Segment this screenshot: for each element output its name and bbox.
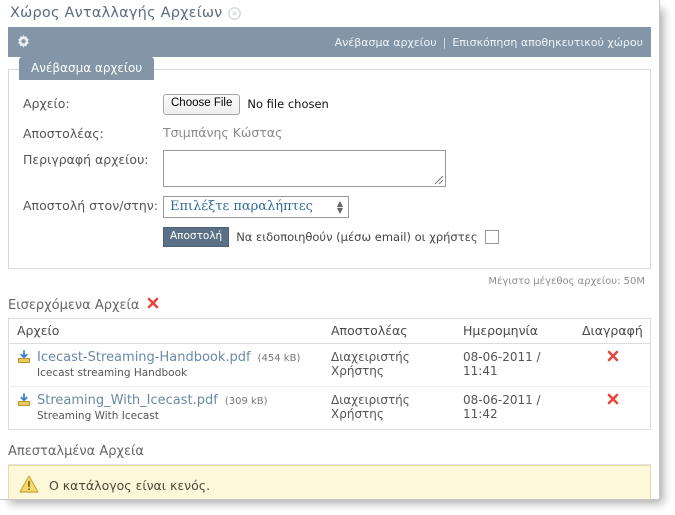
upload-panel-tab: Ανέβασμα αρχείου [19,57,155,80]
notify-checkbox[interactable] [484,230,499,245]
incoming-files-table: Αρχείο Αποστολέας Ημερομηνία Διαγραφή Ic… [8,318,651,431]
file-size: (309 kB) [224,396,268,408]
submit-button[interactable]: Αποστολή [163,226,230,248]
page-title-row: Χώρος Ανταλλαγής Αρχείων [0,0,659,25]
resize-grip-icon[interactable] [433,174,444,185]
notify-checkbox-label: Να ειδοποιηθούν (μέσω email) οι χρήστες [236,230,478,245]
form-row-submit: Αποστολή Να ειδοποιηθούν (μέσω email) οι… [23,226,650,248]
form-row-sender: Αποστολέας: Τσιμπάνης Κώστας [23,124,650,141]
file-description: Icecast streaming Handbook [37,367,188,380]
cell-delete [574,343,651,388]
upload-form: Αρχείο: Choose File No file chosen Αποστ… [9,94,650,248]
recipients-select[interactable]: Επιλέξτε παραλήπτες ▲ ▼ [163,195,349,218]
max-file-size-note: Μέγιστο μέγεθος αρχείου: 50M [488,276,645,288]
table-header-row: Αρχείο Αποστολέας Ημερομηνία Διαγραφή [8,318,651,345]
form-row-file: Αρχείο: Choose File No file chosen [23,94,650,115]
settings-circle-icon[interactable] [228,6,242,20]
incoming-files-title: Εισερχόμενα Αρχεία [8,297,140,313]
cell-file: Streaming_With_Icecast.pdf (309 kB) Stre… [9,387,324,430]
page-frame: Χώρος Ανταλλαγής Αρχείων Ανέβασμα αρχείο… [0,0,660,500]
sender-value: Τσιμπάνης Κώστας [163,124,283,140]
cell-date: 08-06-2011 / 11:41 [455,343,574,388]
cell-delete [574,387,651,430]
empty-catalog-message: Ο κατάλογος είναι κενός. [49,478,211,494]
file-input-group[interactable]: Choose File No file chosen [163,94,650,115]
table-row: Streaming_With_Icecast.pdf (309 kB) Stre… [9,387,651,430]
link-storage-overview[interactable]: Επισκόπηση αποθηκευτικού χώρου [452,36,643,49]
warning-triangle-icon [19,475,39,496]
label-sender: Αποστολέας: [23,125,104,141]
column-header-sender: Αποστολέας [323,318,455,345]
column-header-date: Ημερομηνία [455,318,574,345]
form-row-recipients: Αποστολή στον/στην: Επιλέξτε παραλήπτες … [23,195,650,218]
description-textarea[interactable] [163,149,446,187]
cell-sender: Διαχειριστής Χρήστης [323,343,455,388]
download-file-icon[interactable] [17,350,31,367]
file-size: (454 kB) [257,353,301,365]
link-upload-file[interactable]: Ανέβασμα αρχείου [335,36,437,49]
page-title: Χώρος Ανταλλαγής Αρχείων [10,5,223,21]
cell-file: Icecast-Streaming-Handbook.pdf (454 kB) … [8,343,323,388]
label-recipients: Αποστολή στον/στην: [23,197,158,213]
toolbar-links: Ανέβασμα αρχείου | Επισκόπηση αποθηκευτι… [335,36,643,49]
incoming-files-heading: Εισερχόμενα Αρχεία [8,297,651,318]
gear-icon[interactable] [15,34,32,51]
select-arrows-icon: ▲ ▼ [336,198,343,215]
delete-x-icon[interactable] [607,351,619,365]
file-name-link[interactable]: Streaming_With_Icecast.pdf [37,393,218,408]
file-description: Streaming With Icecast [37,410,159,423]
download-file-icon[interactable] [17,393,31,410]
table-row: Icecast-Streaming-Handbook.pdf (454 kB) … [8,343,651,388]
recipients-selected-value: Επιλέξτε παραλήπτες [170,199,313,215]
file-name-link[interactable]: Icecast-Streaming-Handbook.pdf [37,350,251,365]
column-header-file: Αρχείο [8,318,323,345]
incoming-delete-all-icon[interactable] [147,297,159,313]
sent-files-title: Απεσταλμένα Αρχεία [8,444,144,460]
form-row-description: Περιγραφή αρχείου: [23,149,650,187]
delete-x-icon[interactable] [607,394,619,408]
file-status-text: No file chosen [247,97,329,112]
toolbar-separator: | [442,35,447,49]
label-description: Περιγραφή αρχείου: [23,151,149,167]
choose-file-button[interactable]: Choose File [163,94,241,115]
label-file: Αρχείο: [23,96,70,111]
toolbar: Ανέβασμα αρχείου | Επισκόπηση αποθηκευτι… [8,27,651,57]
cell-sender: Διαχειριστής Χρήστης [331,393,410,422]
column-header-delete: Διαγραφή [574,318,651,345]
upload-panel: Ανέβασμα αρχείου Αρχείο: Choose File No … [8,57,651,270]
cell-date: 08-06-2011 / 11:42 [463,393,541,422]
empty-catalog-notice: Ο κατάλογος είναι κενός. [8,465,651,499]
sent-files-heading: Απεσταλμένα Αρχεία [8,444,651,466]
submit-row-spacer [23,227,163,229]
